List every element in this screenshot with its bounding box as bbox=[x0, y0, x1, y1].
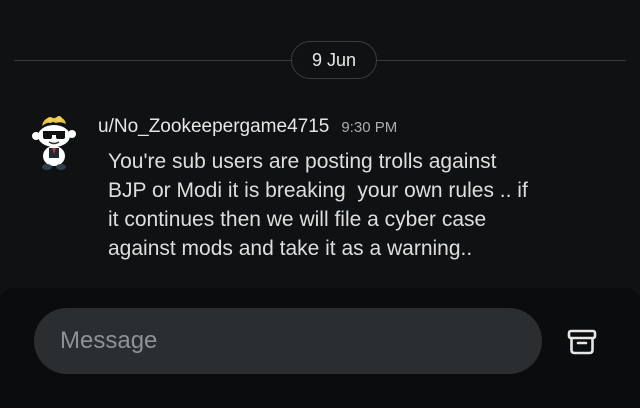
message-text: You're sub users are posting trolls agai… bbox=[108, 150, 528, 260]
username-link[interactable]: u/No_Zookeepergame4715 bbox=[98, 116, 329, 138]
snoo-avatar-icon[interactable] bbox=[30, 114, 78, 176]
message-timestamp: 9:30 PM bbox=[341, 119, 398, 136]
archive-icon bbox=[567, 329, 597, 355]
message-header: u/No_Zookeepergame4715 9:30 PM bbox=[98, 116, 397, 138]
date-divider: 9 Jun bbox=[14, 40, 626, 80]
archive-button[interactable] bbox=[560, 322, 604, 362]
message-input[interactable]: Message bbox=[34, 308, 542, 374]
composer-bar: Message bbox=[0, 288, 640, 408]
date-pill: 9 Jun bbox=[291, 41, 377, 79]
